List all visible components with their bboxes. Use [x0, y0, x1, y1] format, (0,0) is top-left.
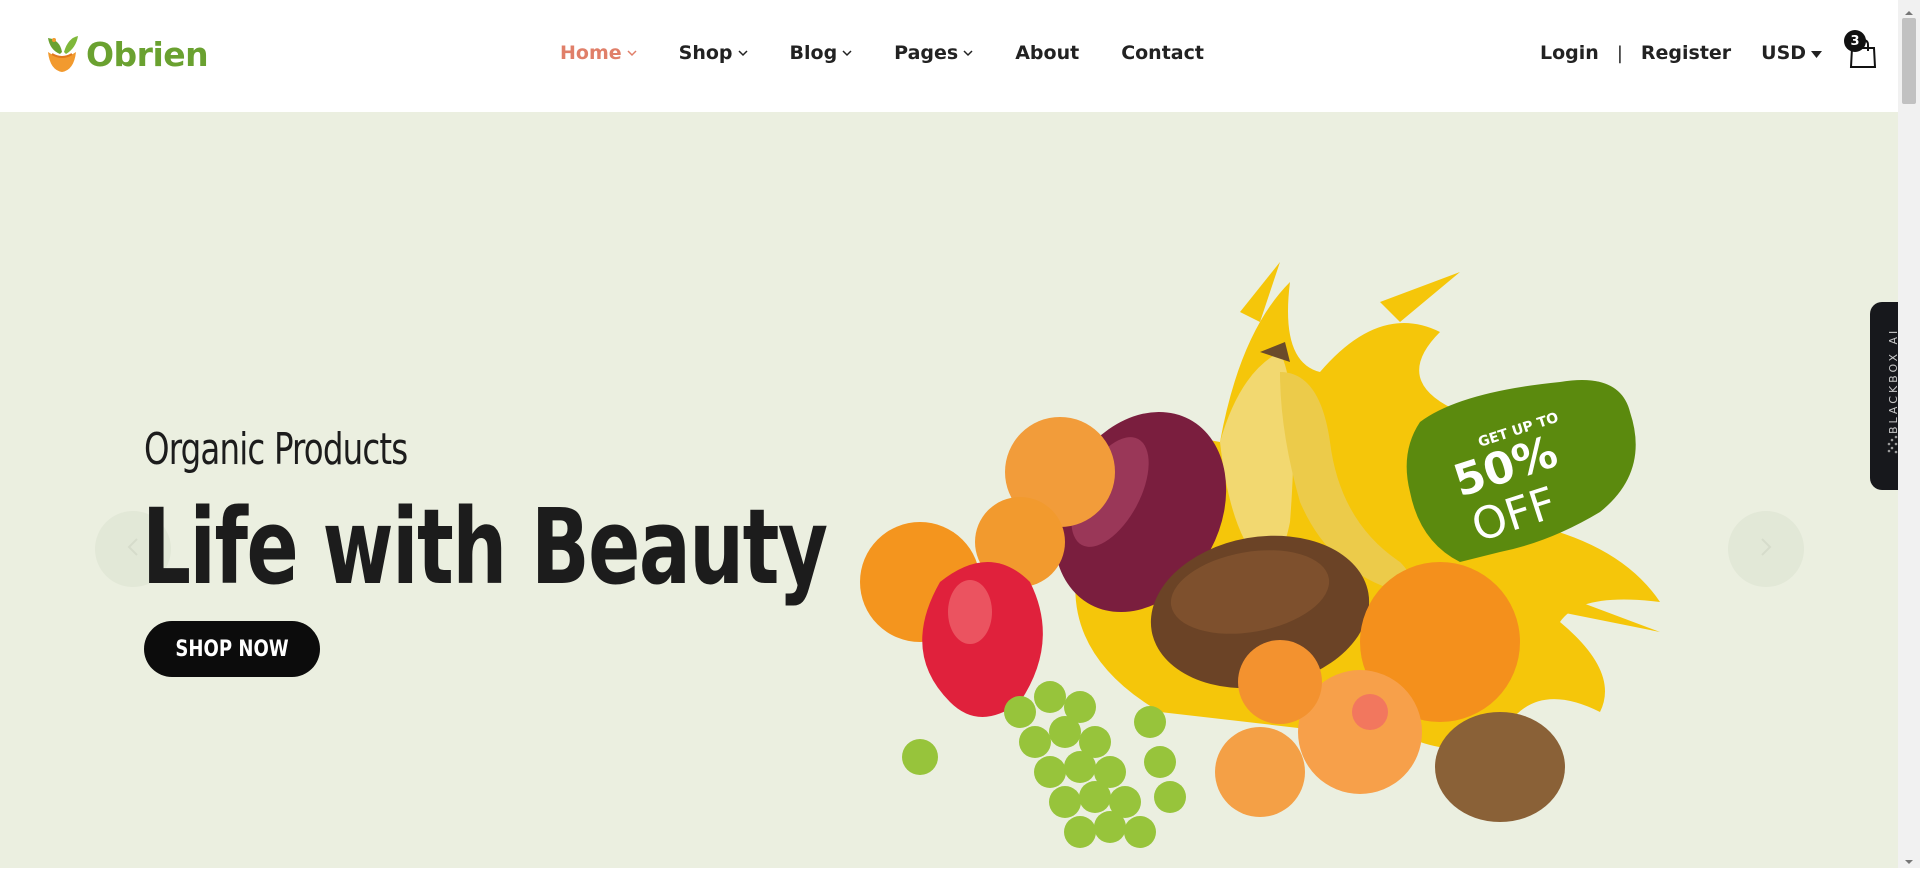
nav-item-label: Blog [789, 42, 838, 64]
page-scrollbar[interactable] [1898, 0, 1920, 868]
nav-item-contact[interactable]: Contact [1121, 42, 1204, 64]
shop-now-label: SHOP NOW [175, 636, 289, 662]
nav-item-about[interactable]: About [1015, 42, 1079, 64]
hero-title: Life with Beauty [142, 486, 828, 608]
hero-subtitle: Organic Products [144, 424, 408, 475]
shop-now-button[interactable]: SHOP NOW [144, 621, 320, 677]
arrow-left-icon [126, 537, 140, 561]
chevron-down-icon [963, 48, 973, 58]
cart-count-badge: 3 [1844, 30, 1867, 52]
leaf-logo-icon [42, 32, 82, 76]
site-logo[interactable]: Obrien [42, 30, 209, 78]
nav-item-home[interactable]: Home [560, 42, 637, 64]
chevron-down-icon [627, 48, 637, 58]
caret-down-icon [1811, 42, 1823, 64]
shopping-bag-icon [1848, 38, 1878, 72]
currency-value: USD [1761, 42, 1807, 64]
currency-selector[interactable]: USD [1761, 42, 1823, 64]
nav-item-label: Contact [1121, 42, 1204, 64]
nav-item-label: Shop [678, 42, 733, 64]
nav-item-blog[interactable]: Blog [790, 42, 853, 64]
scrollbar-thumb[interactable] [1902, 18, 1916, 104]
nav-item-label: About [1015, 42, 1080, 64]
register-link[interactable]: Register [1641, 42, 1731, 64]
chevron-down-icon [842, 48, 852, 58]
login-link[interactable]: Login [1540, 42, 1599, 64]
header-tools: Login | Register USD 3 [1540, 30, 1878, 68]
arrow-right-icon [1759, 537, 1773, 561]
hero-slider: Organic Products Life with Beauty SHOP N… [0, 112, 1898, 868]
nav-item-label: Pages [894, 42, 959, 64]
site-header: Obrien Home Shop Blog Pages About Contac… [0, 0, 1898, 113]
nav-item-pages[interactable]: Pages [894, 42, 973, 64]
cart-button[interactable]: 3 [1844, 30, 1878, 68]
nav-item-shop[interactable]: Shop [679, 42, 748, 64]
tool-separator: | [1616, 42, 1623, 64]
chevron-down-icon [737, 48, 748, 58]
hero-fruit-image: GET UP TO 50% OFF [860, 242, 1680, 868]
scroll-down-arrow-icon[interactable] [1904, 852, 1914, 864]
main-nav: Home Shop Blog Pages About Contact [560, 38, 1204, 68]
logo-wordmark: Obrien [86, 34, 209, 74]
scroll-up-arrow-icon[interactable] [1904, 3, 1914, 15]
slider-next-button[interactable] [1728, 511, 1804, 587]
nav-item-label: Home [560, 42, 622, 64]
